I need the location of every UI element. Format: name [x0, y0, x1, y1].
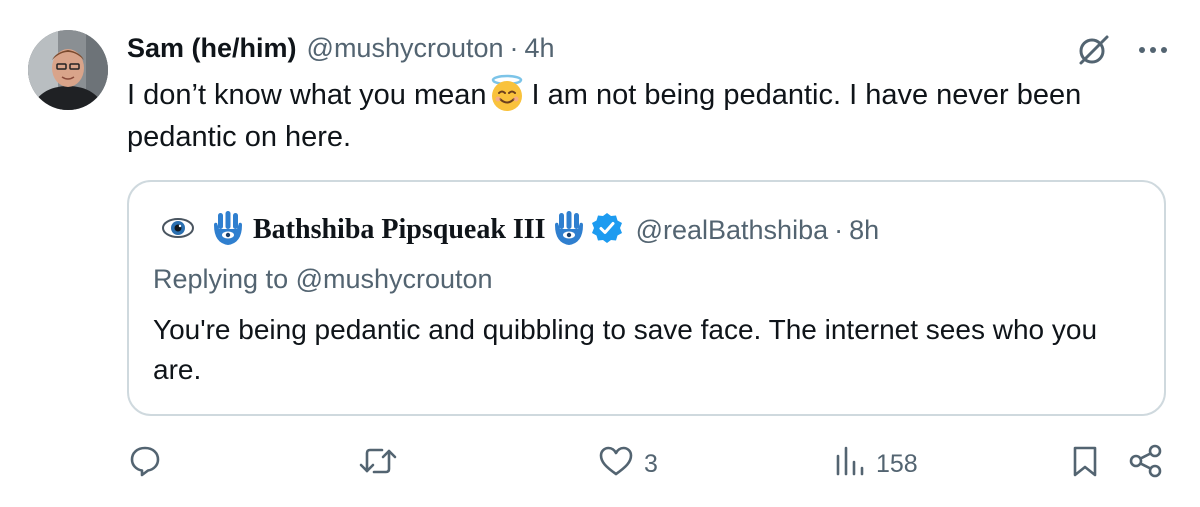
bookmark-button[interactable]	[1070, 440, 1100, 488]
author-handle[interactable]: @mushycrouton	[307, 33, 504, 64]
quoted-author-handle[interactable]: @realBathshiba	[636, 215, 829, 246]
quoted-tweet-text: You're being pedantic and quibbling to s…	[153, 314, 1098, 385]
verified-badge-icon[interactable]	[590, 211, 624, 250]
tweet-header: Sam (he/him) @mushycrouton · 4h	[127, 30, 555, 66]
views-button[interactable]: 158	[834, 440, 918, 488]
tweet-text: I don’t know what you mean I am not bein…	[127, 74, 1177, 158]
smiling-face-with-halo-emoji	[488, 74, 526, 112]
action-bar: 3 158	[0, 440, 1200, 488]
replying-to[interactable]: Replying to @mushycrouton	[153, 264, 493, 295]
hamsa-icon	[211, 209, 245, 252]
like-button[interactable]: 3	[598, 440, 658, 488]
bookmark-icon	[1070, 444, 1100, 485]
reply-button[interactable]	[128, 440, 172, 488]
quoted-tweet[interactable]: Bathshiba Pipsqueak III @realBathshiba ·…	[127, 180, 1166, 416]
share-icon	[1128, 444, 1164, 485]
tweet[interactable]: Sam (he/him) @mushycrouton · 4h I don’t …	[0, 0, 1200, 507]
quoted-tweet-header: Bathshiba Pipsqueak III @realBathshiba ·…	[161, 210, 879, 250]
tweet-text-part-1: I don’t know what you mean	[127, 79, 487, 111]
quoted-tweet-timestamp[interactable]: 8h	[849, 215, 879, 246]
more-icon[interactable]	[1136, 33, 1170, 72]
eye-icon	[161, 211, 195, 250]
views-icon	[834, 444, 866, 485]
grok-icon[interactable]	[1074, 30, 1114, 75]
separator-dot: ·	[509, 32, 519, 63]
tweet-top-actions	[1074, 30, 1170, 75]
quoted-author-display-name[interactable]: Bathshiba Pipsqueak III	[253, 214, 546, 246]
share-button[interactable]	[1128, 440, 1164, 488]
separator-dot: ·	[834, 214, 844, 245]
tweet-timestamp[interactable]: 4h	[525, 33, 555, 64]
hamsa-icon	[552, 209, 586, 252]
reply-icon	[128, 444, 162, 485]
retweet-button[interactable]	[358, 440, 408, 488]
author-display-name[interactable]: Sam (he/him)	[127, 33, 297, 64]
like-icon	[598, 444, 634, 485]
like-count: 3	[644, 449, 658, 478]
avatar[interactable]	[28, 30, 108, 110]
retweet-icon	[358, 444, 398, 485]
view-count: 158	[876, 449, 918, 478]
